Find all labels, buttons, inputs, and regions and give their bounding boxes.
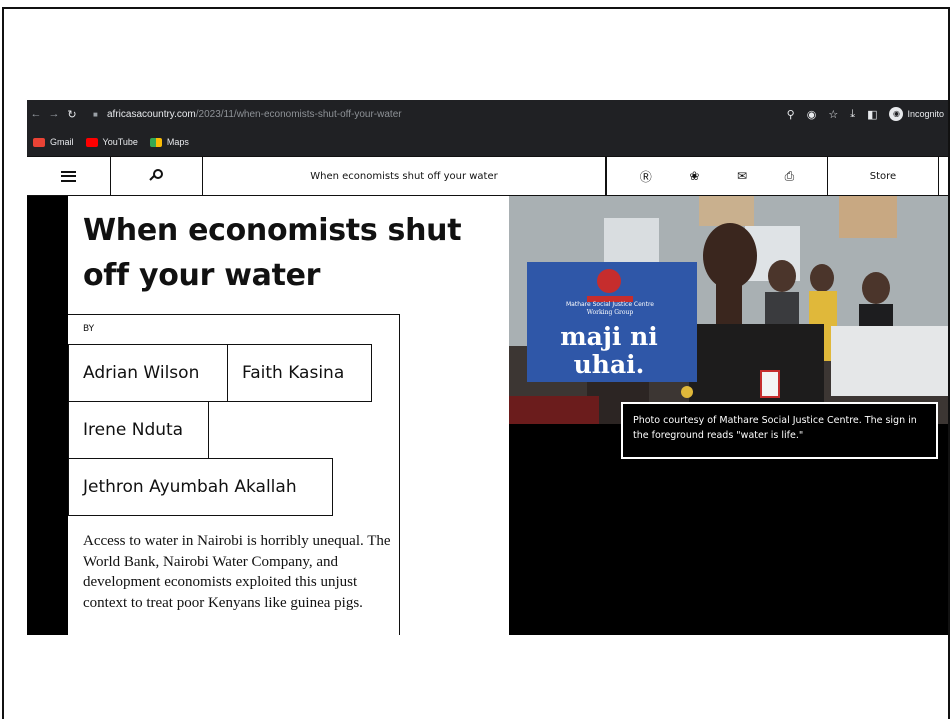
site-nav: When economists shut off your water Ⓡ ❀ … — [27, 156, 948, 196]
author-link[interactable]: Jethron Ayumbah Akallah — [68, 458, 333, 516]
bookmark-maps[interactable]: Maps — [149, 137, 189, 147]
author-link[interactable]: Faith Kasina — [227, 344, 372, 402]
sign-text-line2: uhai. — [574, 350, 645, 379]
article-summary: Access to water in Nairobi is horribly u… — [83, 533, 391, 611]
search-button[interactable] — [111, 157, 203, 195]
reload-icon[interactable]: ↻ — [63, 108, 81, 121]
url-field[interactable]: africasacountry.com/2023/11/when-economi… — [107, 109, 402, 120]
author-link[interactable]: Adrian Wilson — [68, 344, 228, 402]
bookmark-gmail[interactable]: Gmail — [33, 137, 74, 147]
bookmarks-bar: Gmail YouTube Maps — [27, 128, 189, 156]
download-icon[interactable]: ⤓ — [850, 108, 855, 121]
lock-icon[interactable]: ■ — [93, 110, 101, 119]
bookmark-label: YouTube — [102, 137, 138, 147]
sign-org-line1: Mathare Social Justice Centre — [566, 301, 654, 308]
byline-label: BY — [83, 324, 95, 334]
hero-media: Mathare Social Justice Centre Working Gr… — [509, 196, 948, 635]
facebook-icon[interactable]: Ⓡ — [640, 168, 652, 185]
incognito-label: Incognito — [907, 109, 944, 119]
mail-icon[interactable]: ✉ — [737, 169, 747, 183]
sign-text-line1: maji ni — [560, 322, 658, 351]
left-margin-bar — [27, 196, 68, 635]
photo-caption: Photo courtesy of Mathare Social Justice… — [621, 402, 938, 459]
protest-photo-illustration: Mathare Social Justice Centre Working Gr… — [509, 196, 948, 424]
youtube-icon — [85, 137, 98, 147]
incognito-badge[interactable]: ◉ Incognito — [889, 107, 944, 121]
bookmark-label: Maps — [166, 137, 189, 147]
bookmark-label: Gmail — [50, 137, 74, 147]
article-header: When economists shut off your water BY A… — [68, 196, 509, 635]
star-icon[interactable]: ☆ — [828, 108, 838, 121]
zoom-icon[interactable]: ⚲ — [787, 108, 795, 121]
bookmark-youtube[interactable]: YouTube — [85, 137, 138, 147]
menu-button[interactable] — [27, 157, 111, 195]
incognito-icon: ◉ — [889, 107, 904, 121]
sign-org-line2: Working Group — [587, 309, 634, 316]
browser-toolbar: ⚲ ◉ ☆ ⤓ ◧ ◉ Incognito — [787, 100, 944, 128]
author-link[interactable]: Irene Nduta — [68, 401, 209, 459]
forward-icon[interactable]: → — [45, 108, 63, 120]
article-headline: When economists shut off your water — [83, 213, 462, 293]
address-bar-row: ← → ↻ ■ africasacountry.com/2023/11/when… — [27, 100, 948, 128]
maps-icon — [149, 137, 162, 147]
url-host: africasacountry.com — [107, 108, 196, 120]
eye-off-icon[interactable]: ◉ — [807, 108, 817, 121]
share-buttons: Ⓡ ❀ ✉ ⎙ — [606, 157, 828, 195]
hero-photo: Mathare Social Justice Centre Working Gr… — [509, 196, 948, 424]
print-icon[interactable]: ⎙ — [785, 169, 795, 184]
browser-chrome: ← → ↻ ■ africasacountry.com/2023/11/when… — [27, 100, 948, 156]
gmail-icon — [33, 137, 45, 147]
store-link[interactable]: Store — [828, 157, 939, 195]
nav-article-title: When economists shut off your water — [203, 157, 606, 195]
search-icon — [148, 169, 164, 183]
url-path: /2023/11/when-economists-shut-off-your-w… — [195, 108, 402, 120]
sidepanel-icon[interactable]: ◧ — [867, 108, 877, 121]
back-icon[interactable]: ← — [27, 108, 45, 120]
twitter-icon[interactable]: ❀ — [689, 169, 699, 183]
hamburger-icon — [61, 170, 76, 182]
